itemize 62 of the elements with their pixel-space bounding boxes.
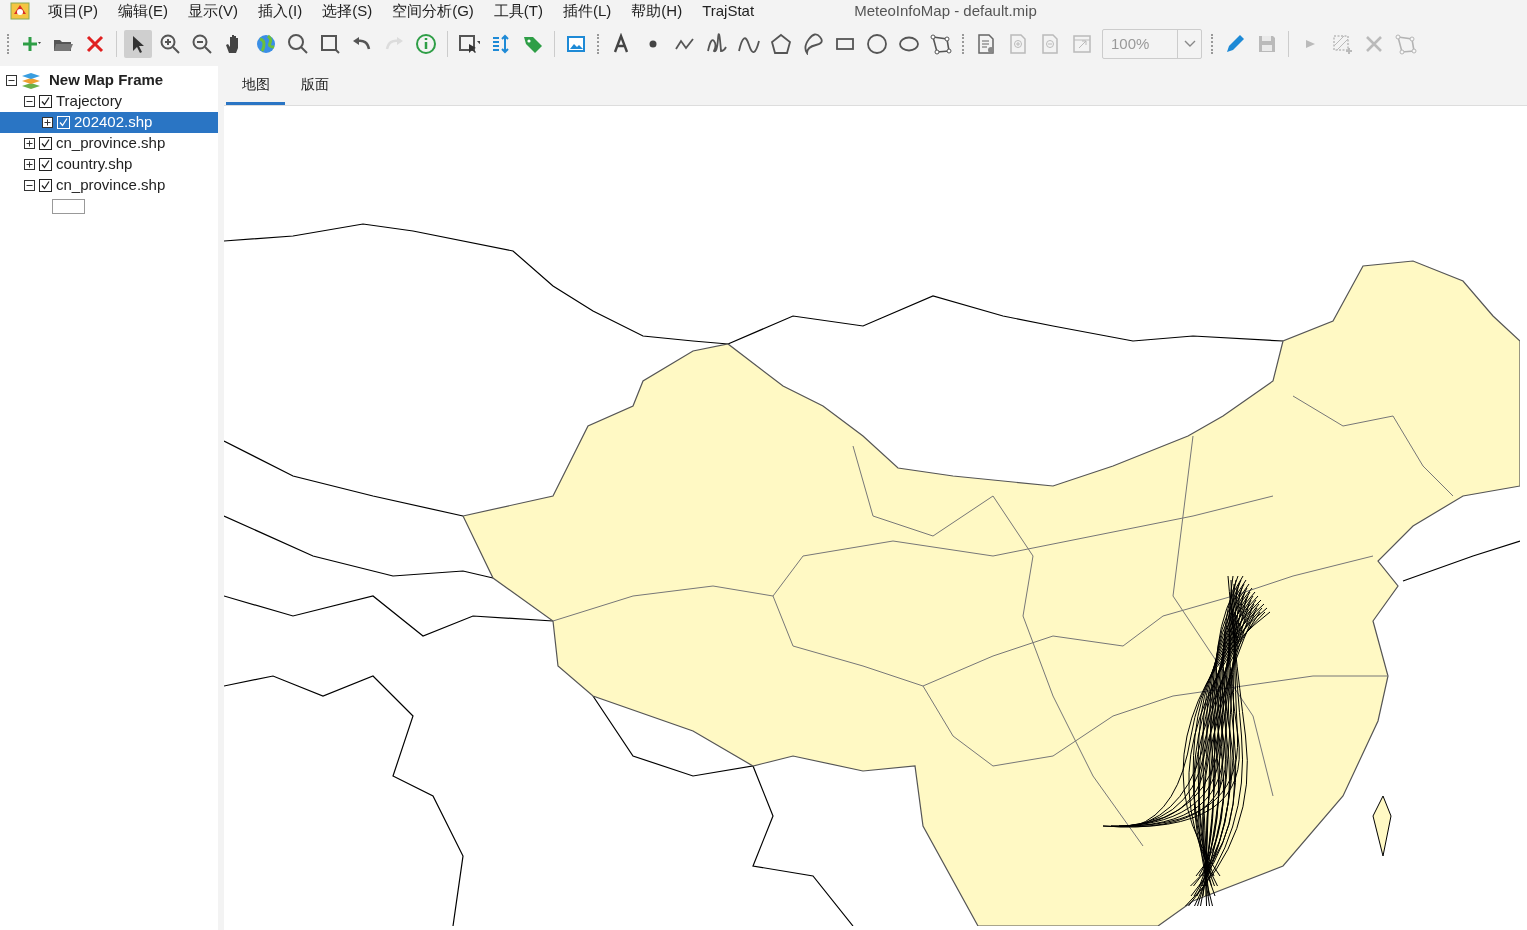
layer-tree-row[interactable]: New Map Frame <box>0 70 218 91</box>
layer-tree-row[interactable]: Trajectory <box>0 91 218 112</box>
menu-item[interactable]: 编辑(E) <box>118 0 168 23</box>
blob-icon <box>802 33 824 55</box>
fit-page-icon <box>1071 33 1093 55</box>
zoom-value: 100% <box>1110 33 1151 54</box>
zoom-out-icon <box>191 33 213 55</box>
layer-label: cn_province.shp <box>56 133 166 154</box>
menu-item[interactable]: 空间分析(G) <box>392 0 474 23</box>
window-title: MeteoInfoMap - default.mip <box>854 0 1037 21</box>
layer-label: 202402.shp <box>74 112 153 133</box>
select-tool-button[interactable] <box>124 30 152 58</box>
search-icon <box>287 33 309 55</box>
menu-item[interactable]: 帮助(H) <box>631 0 683 23</box>
close-icon <box>84 33 106 55</box>
pentagon-icon <box>770 33 792 55</box>
globe-icon <box>255 33 277 55</box>
menu-item[interactable]: 插入(I) <box>258 0 303 23</box>
layer-tree-row[interactable]: 202402.shp <box>0 112 218 133</box>
collapse-toggle-icon[interactable] <box>6 75 17 86</box>
layer-label: Trajectory <box>56 91 123 112</box>
pencil-icon <box>1224 33 1246 55</box>
layer-tree-row[interactable]: cn_province.shp <box>0 175 218 196</box>
chevron-down-icon <box>1183 40 1196 48</box>
map-frame-label: New Map Frame <box>49 70 164 91</box>
picture-icon <box>565 33 587 55</box>
vertex-polygon-icon <box>1395 33 1417 55</box>
fill-swatch <box>52 199 85 214</box>
menu-item[interactable]: 显示(V) <box>188 0 238 23</box>
vertex-polygon-icon <box>930 33 952 55</box>
page-zoom-out-icon <box>1039 33 1061 55</box>
checked-checkbox[interactable] <box>39 158 52 171</box>
zoom-in-icon <box>159 33 181 55</box>
collapse-toggle-icon[interactable] <box>24 180 35 191</box>
circle-icon <box>866 33 888 55</box>
collapse-toggle-icon[interactable] <box>24 96 35 107</box>
info-icon <box>415 33 437 55</box>
layers-icon <box>21 72 41 89</box>
tab[interactable]: 版面 <box>285 66 344 105</box>
checked-checkbox[interactable] <box>39 95 52 108</box>
menu-item[interactable]: 选择(S) <box>322 0 373 23</box>
checked-checkbox[interactable] <box>39 179 52 192</box>
page-zoom-in-icon <box>1007 33 1029 55</box>
layer-tree-row[interactable]: cn_province.shp <box>0 133 218 154</box>
layer-label: cn_province.shp <box>56 175 166 196</box>
layer-tree-row[interactable]: country.shp <box>0 154 218 175</box>
expand-toggle-icon[interactable] <box>42 117 53 128</box>
document-gear-icon <box>975 33 997 55</box>
expand-toggle-icon[interactable] <box>24 138 35 149</box>
freehand-icon <box>706 33 728 55</box>
tab[interactable]: 地图 <box>226 66 285 105</box>
menu-item[interactable]: 工具(T) <box>493 0 543 23</box>
expand-toggle-icon[interactable] <box>24 159 35 170</box>
layer-label: country.shp <box>56 154 133 175</box>
measure-icon <box>490 33 512 55</box>
hatched-square-plus-icon <box>1331 33 1353 55</box>
menu-item[interactable]: 项目(P) <box>48 0 98 23</box>
square-icon <box>319 33 341 55</box>
checked-checkbox[interactable] <box>39 137 52 150</box>
menu-item[interactable]: 插件(L) <box>563 0 612 23</box>
selection-box-icon <box>458 33 480 55</box>
menu-item[interactable]: TrajStat <box>702 0 755 23</box>
